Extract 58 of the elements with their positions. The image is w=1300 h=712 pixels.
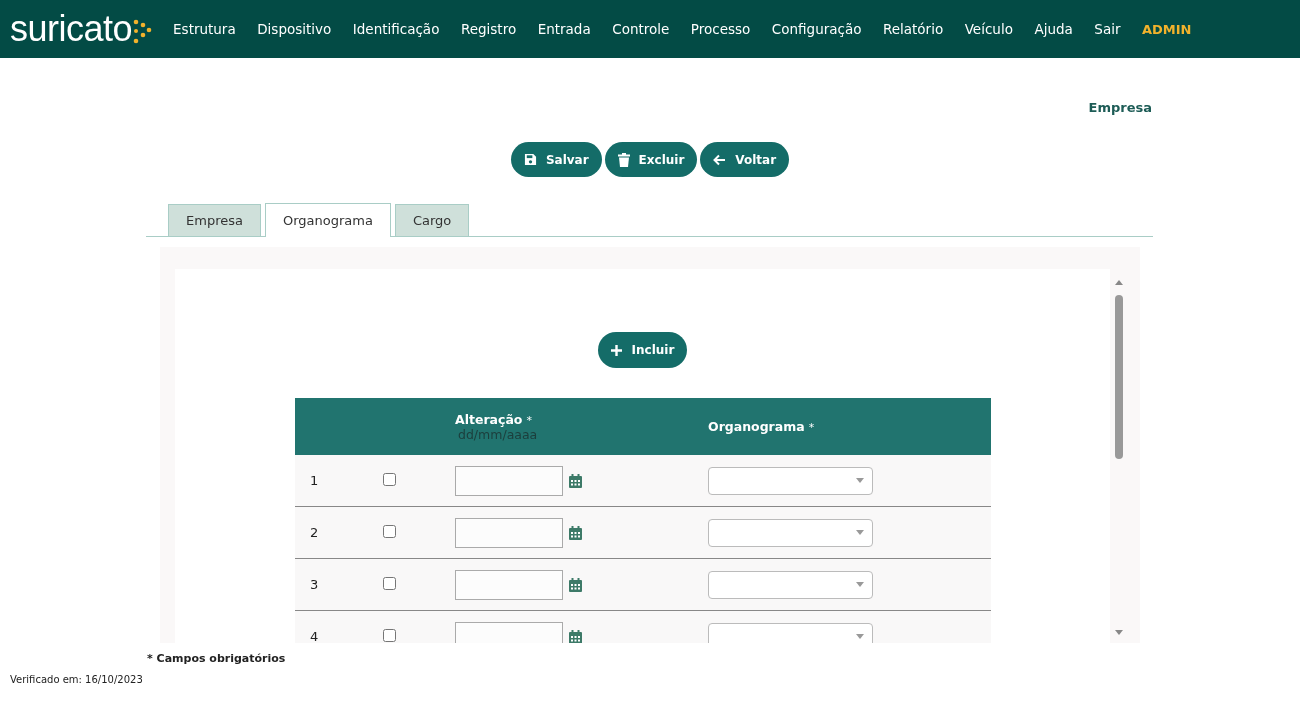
add-button[interactable]: Incluir bbox=[597, 332, 688, 368]
nav-link[interactable]: Estrutura bbox=[173, 21, 236, 37]
organogram-dropdown[interactable] bbox=[708, 570, 873, 599]
caret-icon bbox=[856, 530, 864, 535]
nav-link[interactable]: Controle bbox=[612, 21, 670, 37]
scroll-up-icon[interactable] bbox=[1115, 280, 1123, 285]
date-input-field[interactable] bbox=[455, 465, 563, 496]
save-icon bbox=[523, 153, 537, 166]
row-checkbox[interactable] bbox=[383, 524, 396, 538]
nav-link[interactable]: Configuração bbox=[771, 21, 862, 37]
scroll-down-icon[interactable] bbox=[1115, 630, 1123, 635]
row-checkbox[interactable] bbox=[383, 628, 396, 642]
tab[interactable]: Organograma bbox=[264, 203, 391, 237]
nav-link[interactable]: Dispositivo bbox=[257, 21, 332, 37]
column-heading: Organograma * bbox=[708, 419, 816, 434]
brand-logo: suricato bbox=[10, 9, 133, 49]
page-title: Empresa bbox=[1088, 100, 1152, 117]
row-number: 2 bbox=[310, 525, 319, 540]
caret-icon bbox=[856, 634, 864, 639]
organogram-dropdown[interactable] bbox=[708, 518, 873, 547]
tab[interactable]: Cargo bbox=[394, 204, 470, 236]
date-input-field[interactable] bbox=[455, 621, 563, 643]
scrollbar[interactable] bbox=[1114, 280, 1124, 635]
trash-icon bbox=[617, 152, 630, 167]
row-number: 4 bbox=[310, 629, 319, 643]
nav-link[interactable]: Identificação bbox=[352, 21, 440, 37]
row-checkbox[interactable] bbox=[383, 472, 396, 486]
calendar-icon[interactable] bbox=[569, 629, 582, 643]
nav-link[interactable]: Ajuda bbox=[1034, 21, 1073, 37]
calendar-icon[interactable] bbox=[569, 525, 582, 540]
date-input-field[interactable] bbox=[455, 569, 563, 600]
nav-link[interactable]: Registro bbox=[460, 21, 517, 37]
calendar-icon[interactable] bbox=[569, 473, 582, 488]
caret-icon bbox=[856, 478, 864, 483]
nav-link[interactable]: Processo bbox=[690, 21, 751, 37]
date-input-field[interactable] bbox=[455, 517, 563, 548]
nav-link[interactable]: Relatório bbox=[882, 21, 944, 37]
organogram-dropdown[interactable] bbox=[708, 466, 873, 495]
nav-link[interactable]: Entrada bbox=[537, 21, 591, 37]
calendar-icon[interactable] bbox=[569, 577, 582, 592]
action-button[interactable]: Voltar bbox=[700, 142, 790, 177]
row-number: 1 bbox=[310, 473, 319, 488]
required-fields-note: * Campos obrigatórios bbox=[147, 652, 286, 665]
column-heading: Alteração * bbox=[455, 411, 533, 427]
row-checkbox[interactable] bbox=[383, 576, 396, 590]
verified-date: Verificado em: 16/10/2023 bbox=[10, 674, 143, 685]
nav-link[interactable]: Veículo bbox=[964, 21, 1013, 37]
tab[interactable]: Empresa bbox=[168, 204, 261, 236]
organogram-dropdown[interactable] bbox=[708, 622, 873, 643]
caret-icon bbox=[856, 582, 864, 587]
action-button[interactable]: Salvar bbox=[510, 142, 602, 177]
arrow-left-icon bbox=[713, 153, 727, 166]
nav-link[interactable]: ADMIN bbox=[1141, 21, 1192, 37]
nav-link[interactable]: Sair bbox=[1094, 21, 1121, 37]
action-button[interactable]: Excluir bbox=[604, 142, 698, 177]
plus-icon bbox=[610, 344, 622, 356]
dots-logo-icon bbox=[133, 19, 154, 45]
row-number: 3 bbox=[310, 577, 319, 592]
